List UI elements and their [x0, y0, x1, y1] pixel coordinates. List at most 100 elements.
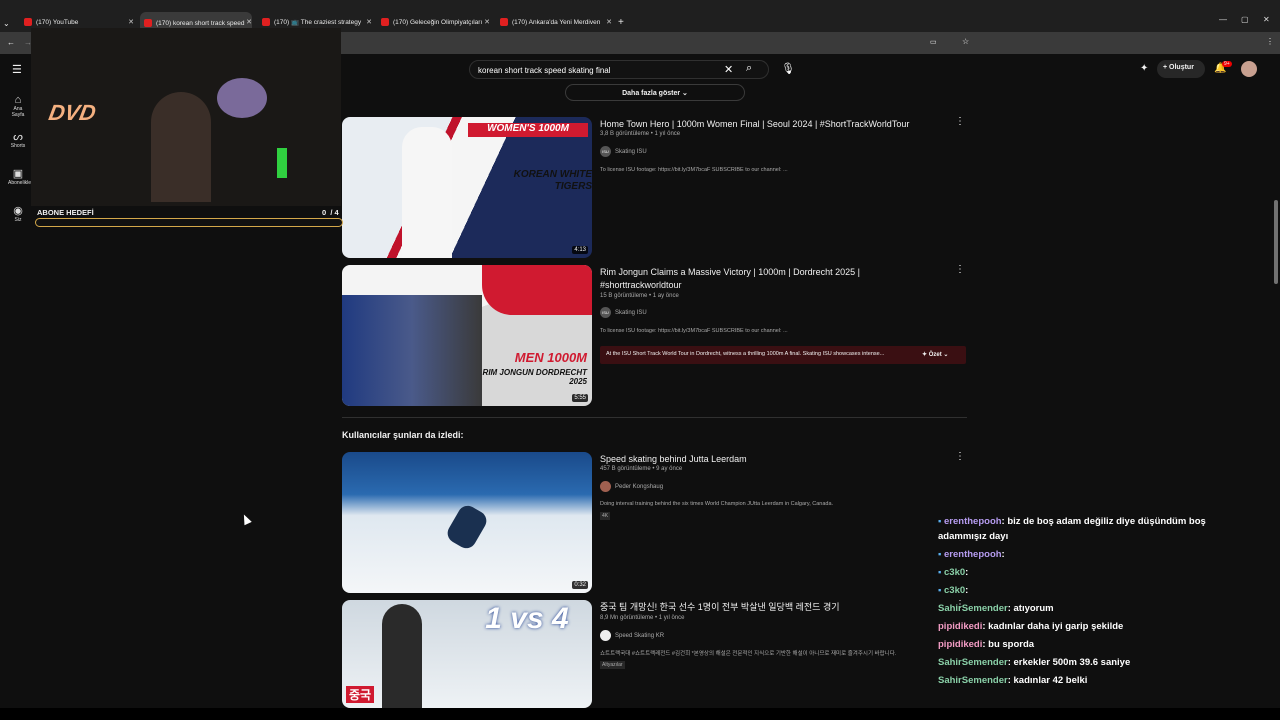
- back-icon[interactable]: ←: [7, 38, 15, 47]
- youtube-favicon-icon: [500, 18, 508, 26]
- browser-menu-icon[interactable]: ⋮: [1266, 37, 1274, 46]
- close-tab-icon[interactable]: ✕: [128, 18, 134, 26]
- video-thumbnail[interactable]: MEN 1000M RIM JONGUN DORDRECHT 2025 5:55: [342, 265, 592, 406]
- video-thumbnail[interactable]: WOMEN'S 1000M KOREAN WHITE TIGERS 4:13: [342, 117, 592, 258]
- chat-message: ▪ erenthepooh: biz de boş adam değiliz d…: [938, 514, 1206, 529]
- notification-badge: 9+: [1222, 61, 1232, 67]
- cast-icon[interactable]: ▭: [930, 38, 937, 46]
- goal-progress-bar: [35, 218, 343, 227]
- chat-text: : bu sporda: [982, 639, 1035, 650]
- sidebar-item-home[interactable]: ⌂ Ana Sayfa: [8, 94, 28, 118]
- youtube-favicon-icon: [262, 18, 270, 26]
- more-actions-icon[interactable]: ⋮: [955, 451, 965, 462]
- channel-link[interactable]: Peder Kongshaug: [600, 481, 663, 492]
- thumbnail-title: WOMEN'S 1000M: [468, 123, 588, 137]
- subscriber-goal-widget: ABONE HEDEFİ 0 / 4: [35, 205, 345, 231]
- tab-label: (170) Geleceğin Olimpiyatçıları: [393, 18, 483, 26]
- sidebar-item-label: Ana Sayfa: [11, 106, 25, 118]
- chat-username: c3k0: [944, 567, 966, 578]
- page-scrollbar[interactable]: [1274, 200, 1278, 284]
- chat-username: pipidikedi: [938, 621, 983, 632]
- chat-text: : biz de boş adam değiliz diye düşündüm …: [1001, 516, 1206, 527]
- bookmark-star-icon[interactable]: ☆: [962, 37, 969, 46]
- section-title: Kullanıcılar şunları da izledi:: [342, 430, 464, 440]
- account-avatar[interactable]: [1241, 61, 1257, 77]
- channel-avatar: [600, 630, 611, 641]
- channel-link[interactable]: ISU Skating ISU: [600, 146, 647, 157]
- tab-ankara[interactable]: (170) Ankara'da Yeni Merdiven ✕: [500, 14, 612, 30]
- channel-name: Peder Kongshaug: [615, 483, 664, 490]
- video-duration: 5:55: [572, 394, 588, 402]
- video-description: To license ISU footage: https://bit.ly/3…: [600, 167, 788, 173]
- webcam-overlay: DVD: [31, 28, 341, 206]
- channel-link[interactable]: ISU Skating ISU: [600, 307, 647, 318]
- sidebar-item-you[interactable]: ◉ Siz: [8, 204, 28, 223]
- minimize-icon[interactable]: —: [1219, 15, 1227, 24]
- sidebar-item-shorts[interactable]: ᔕ Shorts: [8, 130, 28, 149]
- close-tab-icon[interactable]: ✕: [606, 18, 612, 26]
- more-actions-icon[interactable]: ⋮: [955, 116, 965, 127]
- sidebar-item-label: Abonelikler: [8, 180, 33, 186]
- youtube-favicon-icon: [24, 18, 32, 26]
- create-button[interactable]: + Oluştur: [1157, 60, 1205, 78]
- youtube-favicon-icon: [381, 18, 389, 26]
- maximize-icon[interactable]: ▢: [1241, 15, 1249, 24]
- chat-message: SahirSemender: atıyorum: [938, 601, 1054, 616]
- sidebar-item-subscriptions[interactable]: ▣ Abonelikler: [8, 167, 33, 186]
- rgb-light: [277, 148, 287, 178]
- channel-name: Skating ISU: [615, 148, 647, 155]
- clear-search-icon[interactable]: ✕: [724, 63, 733, 76]
- chat-username: erenthepooh: [944, 549, 1002, 560]
- channel-name: Skating ISU: [615, 309, 647, 316]
- more-actions-icon[interactable]: ⋮: [955, 264, 965, 275]
- show-more-button[interactable]: Daha fazla göster ⌄: [565, 84, 745, 101]
- channel-avatar: ISU: [600, 146, 611, 157]
- close-tab-icon[interactable]: ✕: [484, 18, 490, 26]
- goal-value: 0: [322, 208, 327, 217]
- skater-figure: [382, 604, 422, 708]
- summary-text: At the ISU Short Track World Tour in Dor…: [606, 351, 885, 357]
- close-tab-icon[interactable]: ✕: [246, 18, 252, 26]
- chat-message: ▪ erenthepooh:: [938, 547, 1005, 562]
- close-tab-icon[interactable]: ✕: [366, 18, 372, 26]
- video-title[interactable]: Rim Jongun Claims a Massive Victory | 10…: [600, 266, 930, 292]
- chat-username: SahirSemender: [938, 675, 1008, 686]
- video-title[interactable]: Speed skating behind Jutta Leerdam: [600, 453, 930, 466]
- goal-target: / 4: [330, 208, 339, 217]
- chat-text: : atıyorum: [1007, 603, 1054, 614]
- chat-text: :: [965, 567, 969, 578]
- video-title[interactable]: 중국 팀 개망신! 한국 선수 1명이 전부 박살낸 일당백 레전드 경기: [600, 601, 930, 614]
- skater-figure: [444, 502, 490, 552]
- tab-label: (170) Ankara'da Yeni Merdiven: [512, 18, 601, 26]
- summary-toggle-button[interactable]: ✦ Özet ⌄: [922, 351, 948, 358]
- create-label: Oluştur: [1169, 64, 1194, 71]
- chat-message: SahirSemender: kadınlar 42 belki: [938, 673, 1087, 688]
- channel-avatar: [600, 481, 611, 492]
- close-window-icon[interactable]: ✕: [1263, 15, 1270, 24]
- search-icon[interactable]: ⌕: [746, 62, 752, 75]
- tab-olympics[interactable]: (170) Geleceğin Olimpiyatçıları ✕: [381, 14, 490, 30]
- streamer-figure: [151, 92, 211, 202]
- video-thumbnail[interactable]: 1 vs 4 중국: [342, 600, 592, 708]
- chat-username: erenthepooh: [944, 516, 1002, 527]
- chat-message: adammışız dayı: [938, 529, 1008, 544]
- new-tab-button[interactable]: +: [618, 14, 624, 30]
- ai-sparkle-icon[interactable]: ✦: [1140, 63, 1148, 74]
- hamburger-menu-icon[interactable]: ☰: [12, 63, 22, 76]
- chat-username: SahirSemender: [938, 603, 1008, 614]
- channel-link[interactable]: Speed Skating KR: [600, 630, 664, 641]
- video-meta: 15 B görüntüleme • 1 ay önce: [600, 293, 679, 299]
- video-title[interactable]: Home Town Hero | 1000m Women Final | Seo…: [600, 118, 930, 131]
- microphone-icon[interactable]: 🎙: [781, 62, 795, 75]
- sidebar-item-label: Shorts: [10, 143, 26, 149]
- chat-message: pipidikedi: bu sporda: [938, 637, 1034, 652]
- divider: [342, 417, 967, 418]
- ai-summary-bar[interactable]: At the ISU Short Track World Tour in Dor…: [600, 346, 966, 364]
- home-icon: ⌂: [14, 94, 22, 106]
- tab-label: (170) korean short track speed: [156, 19, 245, 27]
- bottom-bar: [0, 708, 1280, 720]
- video-thumbnail[interactable]: 0:32: [342, 452, 592, 593]
- tab-list-button[interactable]: ⌄: [3, 15, 10, 31]
- video-meta: 457 B görüntüleme • 9 ay önce: [600, 466, 683, 472]
- video-duration: 0:32: [572, 581, 588, 589]
